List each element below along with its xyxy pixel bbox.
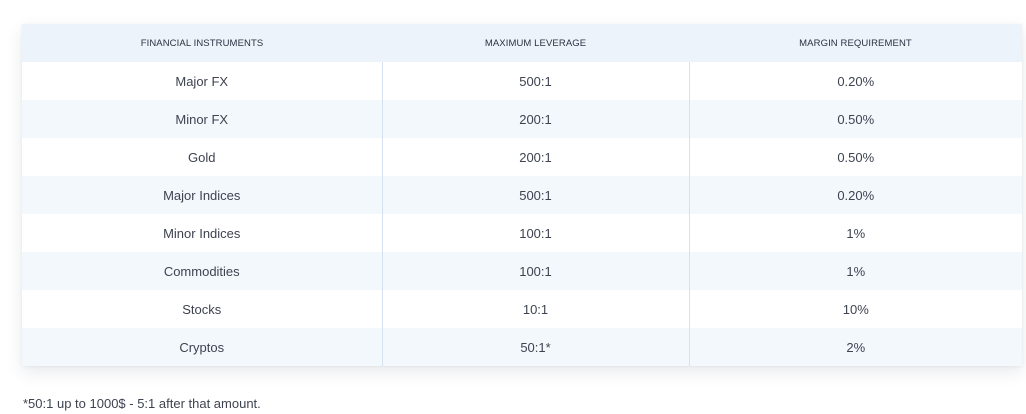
table-row: Major FX 500:1 0.20% bbox=[22, 62, 1022, 100]
margin-cell: 1% bbox=[688, 214, 1022, 252]
table-row: Stocks 10:1 10% bbox=[22, 290, 1022, 328]
margin-cell: 0.20% bbox=[688, 62, 1022, 100]
instrument-cell: Minor FX bbox=[175, 111, 229, 127]
instrument-cell: Cryptos bbox=[179, 339, 225, 355]
header-maximum-leverage: MAXIMUM LEVERAGE bbox=[484, 37, 587, 49]
leverage-cell: 100:1 bbox=[381, 214, 689, 252]
instrument-cell: Minor Indices bbox=[163, 225, 241, 241]
table-row: Major Indices 500:1 0.20% bbox=[22, 176, 1022, 214]
table-body: Major FX 500:1 0.20% Minor FX 200:1 0.50… bbox=[22, 62, 1022, 366]
margin-cell: 1% bbox=[688, 252, 1022, 290]
table-row: Cryptos 50:1* 2% bbox=[22, 328, 1022, 366]
leverage-cell: 500:1 bbox=[381, 62, 689, 100]
leverage-footnote: *50:1 up to 1000$ - 5:1 after that amoun… bbox=[23, 396, 261, 411]
header-financial-instruments: FINANCIAL INSTRUMENTS bbox=[140, 37, 264, 49]
table-header: FINANCIAL INSTRUMENTS MAXIMUM LEVERAGE M… bbox=[22, 24, 1022, 62]
instrument-cell: Gold bbox=[188, 149, 216, 165]
leverage-cell: 100:1 bbox=[381, 252, 689, 290]
table-row: Gold 200:1 0.50% bbox=[22, 138, 1022, 176]
leverage-cell: 200:1 bbox=[381, 138, 689, 176]
margin-cell: 10% bbox=[688, 290, 1022, 328]
table-row: Minor Indices 100:1 1% bbox=[22, 214, 1022, 252]
leverage-table-card: FINANCIAL INSTRUMENTS MAXIMUM LEVERAGE M… bbox=[22, 24, 1022, 366]
header-margin-requirement: MARGIN REQUIREMENT bbox=[799, 37, 912, 49]
leverage-cell: 500:1 bbox=[381, 176, 689, 214]
table-row: Minor FX 200:1 0.50% bbox=[22, 100, 1022, 138]
instrument-cell: Stocks bbox=[182, 301, 222, 317]
leverage-cell: 200:1 bbox=[381, 100, 689, 138]
leverage-cell: 50:1* bbox=[381, 328, 689, 366]
leverage-cell: 10:1 bbox=[381, 290, 689, 328]
margin-cell: 0.20% bbox=[688, 176, 1022, 214]
margin-cell: 0.50% bbox=[688, 100, 1022, 138]
instrument-cell: Major FX bbox=[175, 73, 229, 89]
header-row: FINANCIAL INSTRUMENTS MAXIMUM LEVERAGE M… bbox=[22, 24, 1022, 62]
table-row: Commodities 100:1 1% bbox=[22, 252, 1022, 290]
leverage-table: FINANCIAL INSTRUMENTS MAXIMUM LEVERAGE M… bbox=[22, 24, 1022, 366]
instrument-cell: Commodities bbox=[163, 263, 240, 279]
instrument-cell: Major Indices bbox=[163, 187, 241, 203]
margin-cell: 0.50% bbox=[688, 138, 1022, 176]
margin-cell: 2% bbox=[688, 328, 1022, 366]
